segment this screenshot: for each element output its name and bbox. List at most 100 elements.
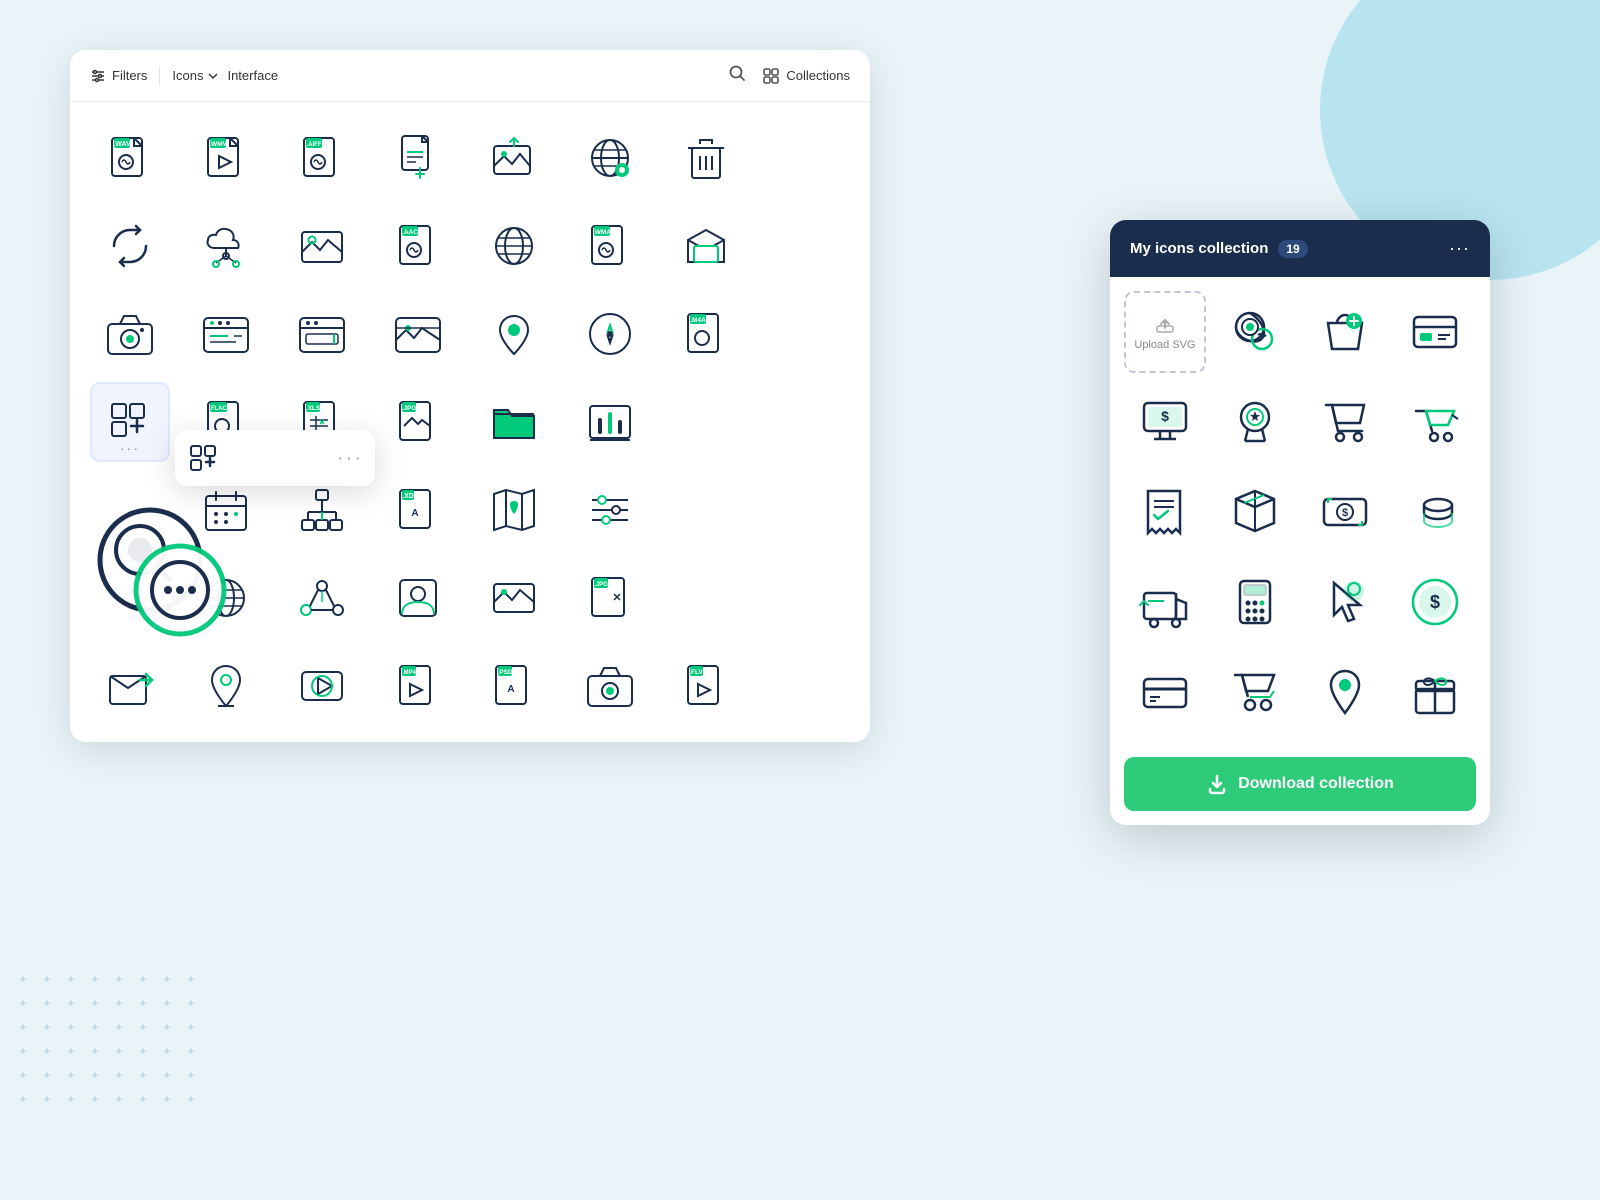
icon-image-upload[interactable] <box>474 118 554 198</box>
icon-empty-12 <box>762 646 842 726</box>
icon-sliders[interactable] <box>570 470 650 550</box>
icon-browser-edit[interactable] <box>282 294 362 374</box>
search-button[interactable] <box>728 64 746 87</box>
svg-text:.XLS: .XLS <box>306 405 321 412</box>
icon-compass[interactable] <box>570 294 650 374</box>
icon-empty-7 <box>666 470 746 550</box>
icon-network[interactable] <box>282 558 362 638</box>
tooltip-icons <box>187 442 219 474</box>
icon-camera-2[interactable] <box>570 646 650 726</box>
col-icon-banknote[interactable]: $ <box>1304 471 1386 553</box>
upload-svg-button[interactable]: Upload SVG <box>1124 291 1206 373</box>
download-collection-button[interactable]: Download collection <box>1124 757 1476 811</box>
col-icon-gift[interactable] <box>1394 651 1476 733</box>
icon-refresh[interactable] <box>90 206 170 286</box>
filters-icon <box>90 68 106 84</box>
col-icon-credit-card[interactable] <box>1124 651 1206 733</box>
icon-grid-add[interactable]: ··· <box>90 382 170 462</box>
col-icon-delivery[interactable] <box>1124 561 1206 643</box>
icon-folder[interactable] <box>474 382 554 462</box>
icon-empty-4 <box>666 382 746 462</box>
svg-text:.AAC: .AAC <box>402 229 418 236</box>
filters-label: Filters <box>112 68 147 83</box>
collections-button[interactable]: Collections <box>762 67 850 85</box>
icon-empty-2 <box>762 206 842 286</box>
icon-empty-5 <box>762 382 842 462</box>
filters-button[interactable]: Filters <box>90 68 147 84</box>
col-icon-cart[interactable] <box>1304 381 1386 463</box>
icon-profile[interactable] <box>378 558 458 638</box>
col-icon-dollar-monitor[interactable]: $ <box>1124 381 1206 463</box>
col-icon-card[interactable] <box>1394 291 1476 373</box>
icon-jpg[interactable]: .JPG <box>378 382 458 462</box>
col-icon-cart-move[interactable] <box>1394 381 1476 463</box>
svg-text:.FLAC: .FLAC <box>209 406 227 412</box>
icon-globe[interactable] <box>570 118 650 198</box>
icon-aiff[interactable]: .AIFF <box>282 118 362 198</box>
svg-text:.M4A: .M4A <box>690 317 706 324</box>
icon-m4a[interactable]: .M4A <box>666 294 746 374</box>
icon-map[interactable] <box>474 470 554 550</box>
icon-empty-11 <box>762 558 842 638</box>
icon-flv[interactable]: .FLV <box>666 646 746 726</box>
icon-map-pin-2[interactable] <box>186 646 266 726</box>
collection-icons-grid: Upload SVG <box>1110 277 1490 747</box>
col-icon-calculator[interactable] <box>1214 561 1296 643</box>
icon-wma[interactable]: .WMA <box>570 206 650 286</box>
col-icon-cart-checkout[interactable] <box>1214 651 1296 733</box>
svg-text:.JPG: .JPG <box>402 405 417 412</box>
icon-chart[interactable] <box>570 382 650 462</box>
download-icon <box>1206 773 1228 795</box>
collections-icon <box>762 67 780 85</box>
icon-document[interactable] <box>378 118 458 198</box>
icon-photo[interactable] <box>282 206 362 286</box>
icon-email[interactable] <box>666 206 746 286</box>
add-to-collection-icon <box>187 442 219 474</box>
icon-trash[interactable] <box>666 118 746 198</box>
icons-label: Icons <box>172 68 203 83</box>
icon-map-pin[interactable] <box>474 294 554 374</box>
col-icon-chat[interactable] <box>1214 291 1296 373</box>
collection-panel: My icons collection 19 ··· Upload SVG <box>1110 220 1490 825</box>
col-icon-box[interactable] <box>1214 471 1296 553</box>
icon-wmv[interactable]: .WMV <box>186 118 266 198</box>
collection-title-group: My icons collection 19 <box>1130 240 1308 258</box>
icon-mp4[interactable]: .MP4 <box>378 646 458 726</box>
svg-text:A: A <box>411 508 418 519</box>
svg-text:.PSD: .PSD <box>497 669 512 676</box>
svg-text:.XD: .XD <box>402 493 414 500</box>
icon-image-land[interactable] <box>474 558 554 638</box>
tooltip-more-icon[interactable]: ··· <box>337 447 363 470</box>
icons-dropdown[interactable]: Icons <box>172 68 219 83</box>
svg-text:$: $ <box>1430 592 1440 612</box>
col-icon-dollar-circle[interactable]: $ <box>1394 561 1476 643</box>
icon-aac[interactable]: .AAC <box>378 206 458 286</box>
icon-globe-2[interactable] <box>474 206 554 286</box>
icon-cloud-network[interactable] <box>186 206 266 286</box>
icon-camera[interactable] <box>90 294 170 374</box>
col-icon-location[interactable] <box>1304 651 1386 733</box>
icon-xd[interactable]: .XD A <box>378 470 458 550</box>
icon-empty-3 <box>762 294 842 374</box>
icon-window[interactable] <box>186 294 266 374</box>
icon-image-frame[interactable] <box>378 294 458 374</box>
icon-email-send[interactable] <box>90 646 170 726</box>
col-icon-cursor[interactable] <box>1304 561 1386 643</box>
svg-text:.WMV: .WMV <box>209 141 227 148</box>
icon-empty-1 <box>762 118 842 198</box>
col-icon-receipt[interactable] <box>1124 471 1206 553</box>
icon-jpg-sm[interactable]: .JPG <box>570 558 650 638</box>
collection-title: My icons collection <box>1130 240 1268 257</box>
collection-more-button[interactable]: ··· <box>1449 238 1470 259</box>
toolbar-right: Collections <box>728 64 850 87</box>
col-icon-shop-bag[interactable] <box>1304 291 1386 373</box>
col-icon-coins[interactable] <box>1394 471 1476 553</box>
icon-empty-10 <box>666 558 746 638</box>
icon-psd[interactable]: .PSD A <box>474 646 554 726</box>
icon-video-play[interactable] <box>282 646 362 726</box>
col-icon-award[interactable] <box>1214 381 1296 463</box>
icon-wav[interactable]: .WAV <box>90 118 170 198</box>
svg-text:.WMA: .WMA <box>593 229 611 236</box>
dots-pattern: ++++++++ ++++++++ ++++++++ ++++++++ ++++… <box>20 976 194 1120</box>
search-icon <box>728 64 746 82</box>
